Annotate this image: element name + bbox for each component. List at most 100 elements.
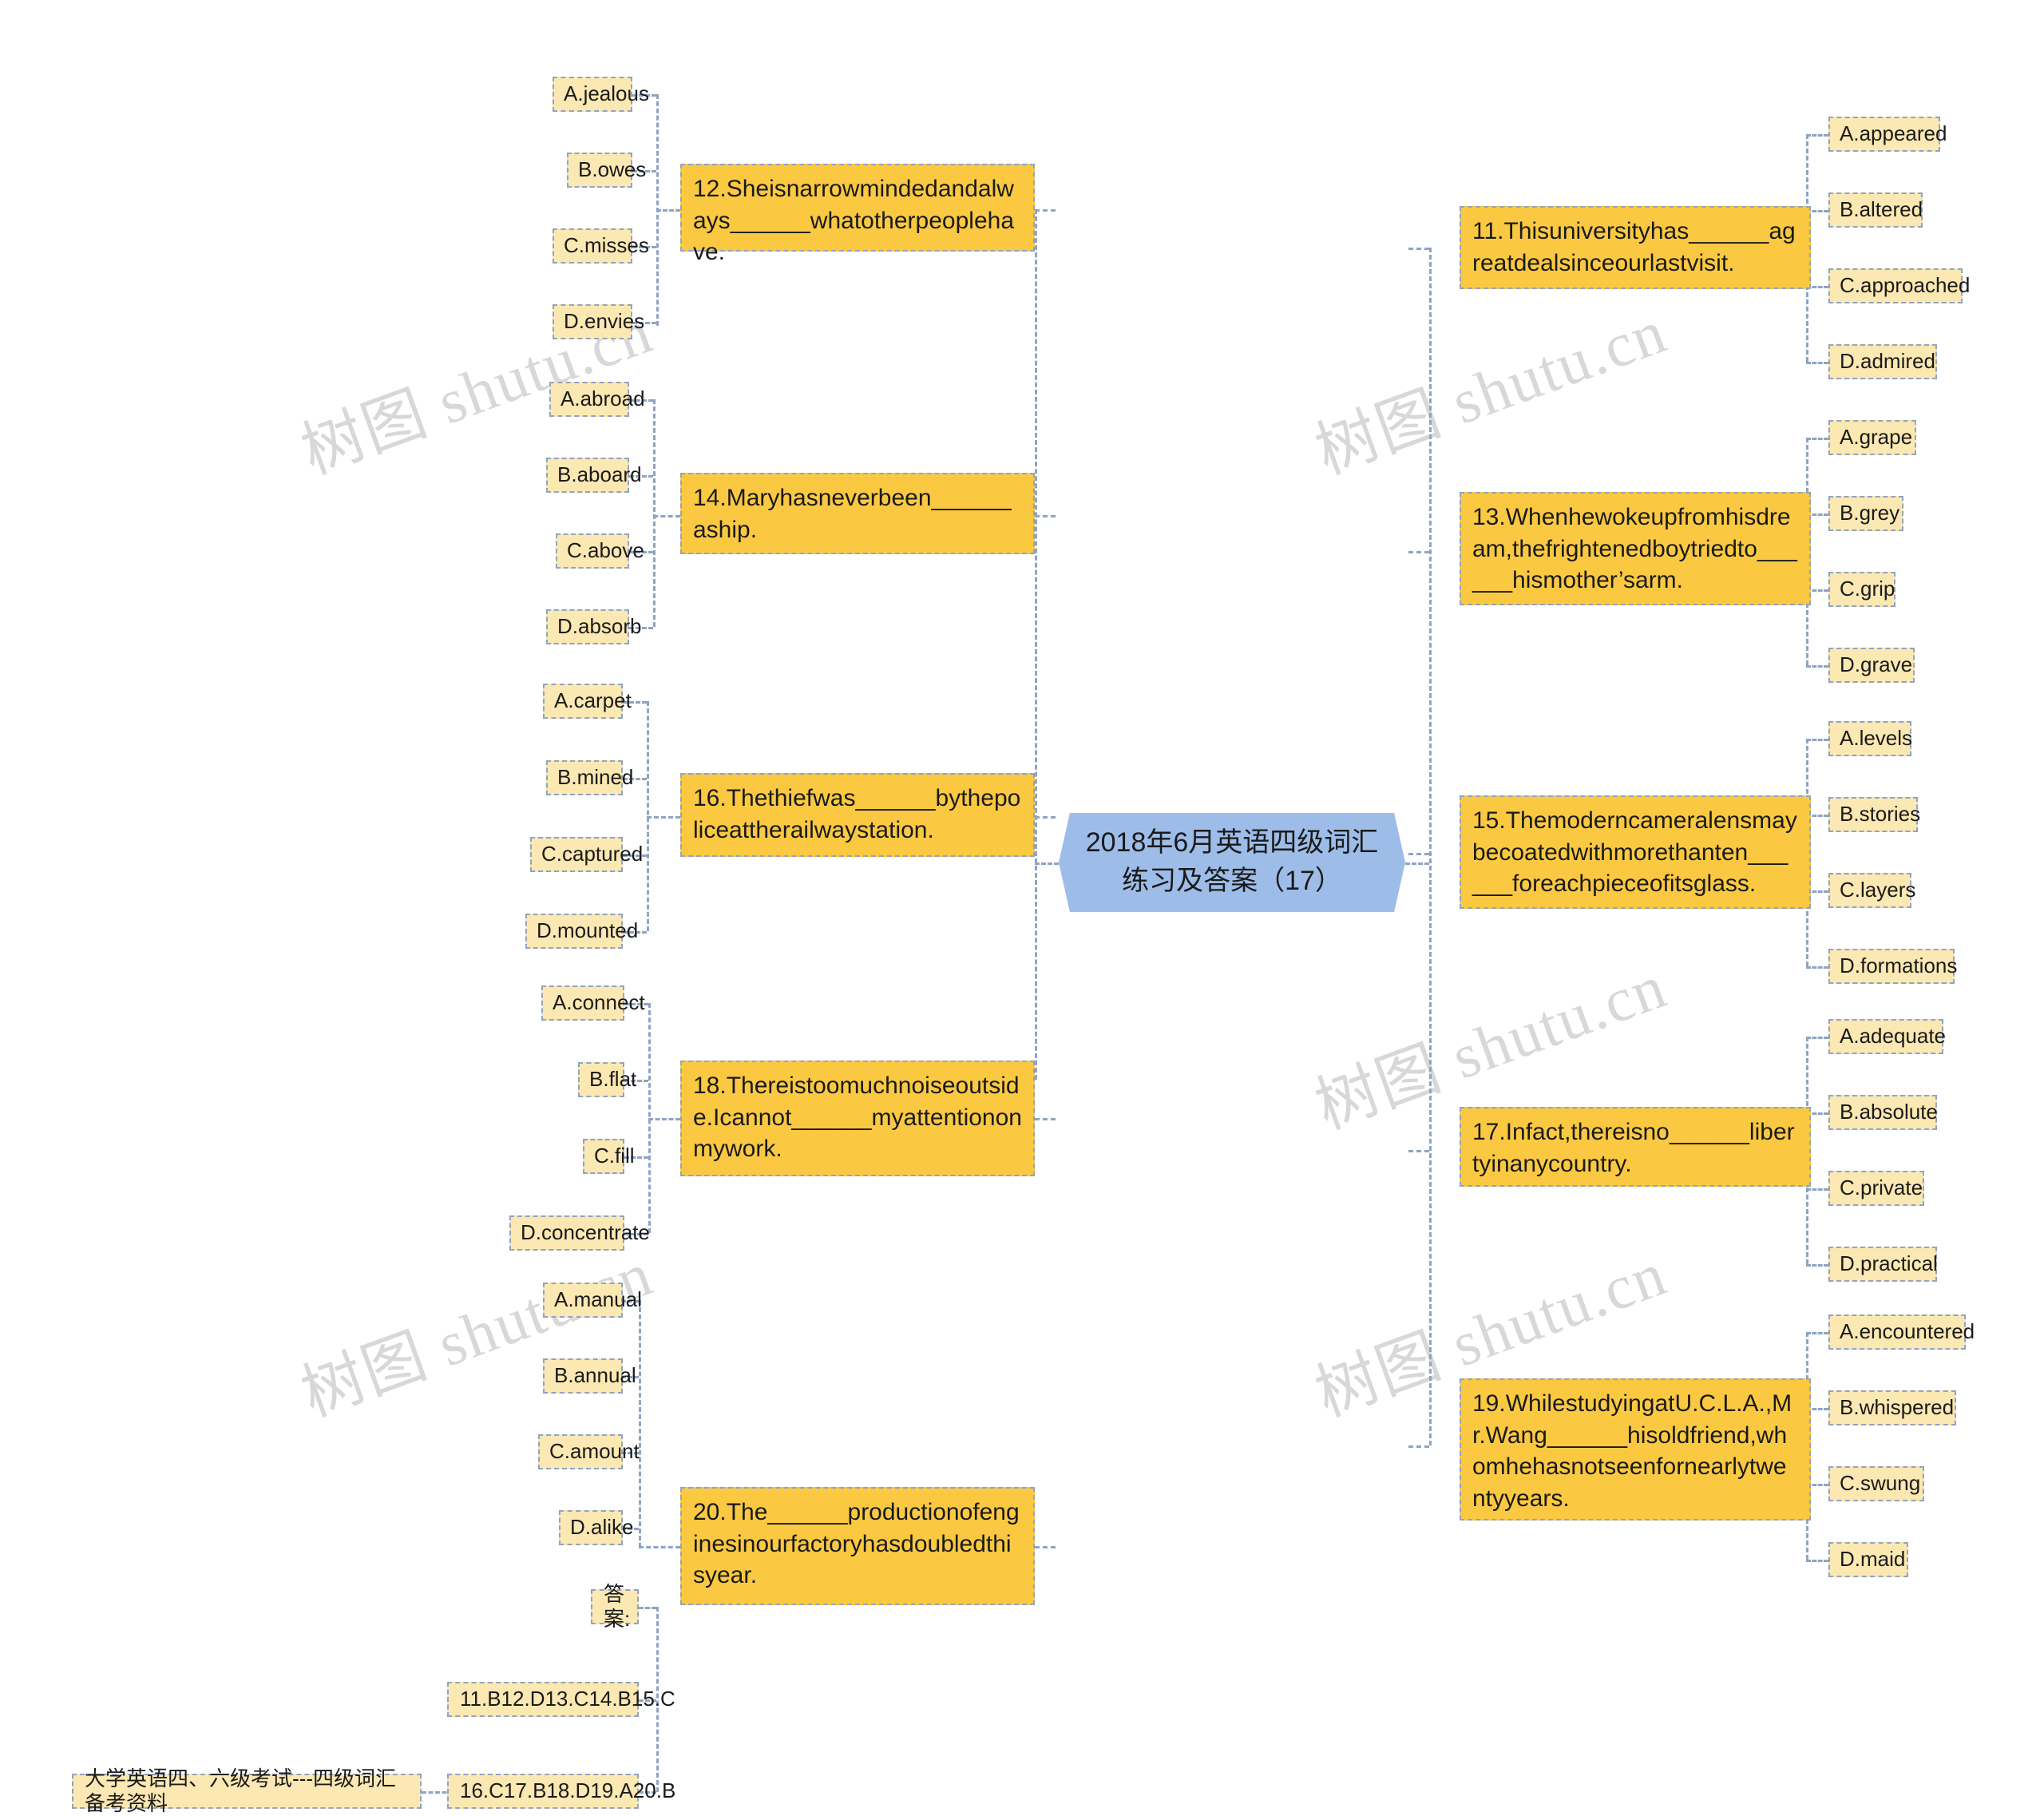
option-node[interactable]: B.annual — [543, 1358, 636, 1394]
option-node[interactable]: D.practical — [1828, 1247, 1938, 1282]
option-node[interactable]: A.jealous — [553, 77, 649, 112]
option-node[interactable]: D.admired — [1828, 344, 1937, 379]
connector — [1035, 1546, 1056, 1548]
question-node-17[interactable]: 17.Infact,thereisno______libertyinanycou… — [1460, 1107, 1811, 1187]
question-node-14[interactable]: 14.Maryhasneverbeen______aship. — [680, 473, 1035, 554]
option-node[interactable]: B.absolute — [1828, 1095, 1938, 1130]
option-label: A.abroad — [561, 387, 645, 411]
connector — [1408, 551, 1429, 553]
option-label: B.aboard — [557, 462, 642, 487]
option-node[interactable]: B.altered — [1828, 192, 1923, 228]
question-text: 11.Thisuniversityhas______agreatdealsinc… — [1472, 218, 1796, 276]
option-node[interactable]: C.swung — [1828, 1466, 1924, 1501]
connector — [656, 209, 680, 212]
question-text: 17.Infact,thereisno______libertyinanycou… — [1472, 1119, 1795, 1177]
option-label: A.connect — [553, 990, 645, 1015]
option-label: C.layers — [1840, 878, 1916, 902]
connector — [1035, 209, 1056, 212]
option-node[interactable]: C.above — [556, 533, 644, 569]
connector — [1806, 1264, 1828, 1267]
source-label: 大学英语四、六级考试---四级词汇备考资料 — [85, 1766, 396, 1815]
connector — [1806, 362, 1828, 364]
option-label: B.annual — [554, 1363, 636, 1388]
option-node[interactable]: A.appeared — [1828, 117, 1947, 152]
option-label: A.carpet — [554, 688, 632, 713]
option-label: B.absolute — [1840, 1100, 1938, 1124]
option-node[interactable]: A.manual — [543, 1283, 642, 1318]
watermark-3: 树图 shutu.cn — [1306, 295, 1676, 487]
option-node[interactable]: C.private — [1828, 1171, 1924, 1206]
option-label: B.mined — [557, 765, 634, 790]
question-node-19[interactable]: 19.WhilestudyingatU.C.L.A.,Mr.Wang______… — [1460, 1378, 1811, 1521]
option-node[interactable]: C.captured — [530, 837, 643, 872]
source-node[interactable]: 大学英语四、六级考试---四级词汇备考资料 — [72, 1766, 422, 1815]
answer-line2-node[interactable]: 16.C17.B18.D19.A20.B — [447, 1774, 675, 1809]
connector — [647, 816, 680, 819]
question-text: 16.Thethiefwas______bythepoliceattherail… — [693, 785, 1021, 843]
option-node[interactable]: D.concentrate — [509, 1215, 650, 1251]
question-node-18[interactable]: 18.Thereistoomuchnoiseoutside.Icannot___… — [680, 1061, 1035, 1176]
option-node[interactable]: D.formations — [1828, 949, 1957, 984]
question-text: 13.Whenhewokeupfromhisdream,thefrightene… — [1472, 504, 1797, 594]
connector — [1408, 1445, 1429, 1448]
option-label: B.flat — [589, 1067, 637, 1092]
question-node-20[interactable]: 20.The______productionofenginesinourfact… — [680, 1487, 1035, 1605]
question-text: 15.Themoderncameralensmaybecoatedwithmor… — [1472, 807, 1797, 898]
option-node[interactable]: A.encountered — [1828, 1314, 1975, 1350]
option-node[interactable]: D.grave — [1828, 648, 1915, 683]
connector — [1035, 1118, 1056, 1120]
option-node[interactable]: A.connect — [541, 985, 645, 1021]
answer-line1-node[interactable]: 11.B12.D13.C14.B15.C — [447, 1682, 675, 1717]
option-label: B.altered — [1840, 197, 1923, 222]
option-node[interactable]: B.stories — [1828, 797, 1920, 832]
question-node-13[interactable]: 13.Whenhewokeupfromhisdream,thefrightene… — [1460, 492, 1811, 605]
question-node-11[interactable]: 11.Thisuniversityhas______agreatdealsinc… — [1460, 206, 1811, 289]
connector — [639, 1300, 641, 1548]
connector — [1806, 1037, 1828, 1039]
connector — [648, 1118, 680, 1120]
question-node-15[interactable]: 15.Themoderncameralensmaybecoatedwithmor… — [1460, 795, 1811, 909]
option-label: B.owes — [578, 157, 647, 182]
option-label: A.encountered — [1840, 1319, 1975, 1344]
connector — [639, 1546, 680, 1548]
option-node[interactable]: B.mined — [546, 760, 633, 795]
option-node[interactable]: A.abroad — [549, 382, 645, 417]
question-node-16[interactable]: 16.Thethiefwas______bythepoliceattherail… — [680, 773, 1035, 857]
option-node[interactable]: D.alike — [559, 1510, 633, 1545]
option-node[interactable]: A.carpet — [543, 684, 632, 719]
option-node[interactable]: D.absorb — [546, 609, 642, 644]
answer-label-node[interactable]: 答案: — [591, 1582, 639, 1631]
watermark-2: 树图 shutu.cn — [292, 1238, 662, 1429]
option-node[interactable]: C.fill — [583, 1139, 635, 1174]
root-title-line2: 练习及答案（17） — [1122, 866, 1342, 896]
option-node[interactable]: C.layers — [1828, 873, 1915, 908]
connector — [1429, 248, 1432, 1445]
option-node[interactable]: D.mounted — [525, 914, 638, 949]
option-node[interactable]: A.levels — [1828, 721, 1913, 756]
connector — [1806, 1188, 1828, 1191]
option-node[interactable]: C.grip — [1828, 572, 1895, 607]
option-node[interactable]: A.grape — [1828, 420, 1916, 455]
option-node[interactable]: C.approached — [1828, 268, 1970, 303]
answer-label: 答案: — [604, 1581, 631, 1631]
connector — [1035, 862, 1059, 865]
question-node-12[interactable]: 12.Sheisnarrowmindedandalways______whato… — [680, 164, 1035, 265]
connector — [653, 515, 680, 517]
option-label: D.concentrate — [521, 1220, 650, 1245]
option-node[interactable]: A.adequate — [1828, 1019, 1946, 1054]
option-node[interactable]: B.whispered — [1828, 1390, 1956, 1425]
option-label: D.envies — [564, 309, 645, 334]
connector — [1806, 1332, 1828, 1334]
option-node[interactable]: D.envies — [553, 304, 644, 339]
option-node[interactable]: B.grey — [1828, 496, 1903, 531]
option-node[interactable]: C.misses — [553, 228, 649, 264]
option-node[interactable]: B.flat — [578, 1062, 636, 1097]
option-label: C.fill — [594, 1144, 635, 1168]
option-node[interactable]: C.amount — [538, 1434, 640, 1469]
option-node[interactable]: B.owes — [567, 153, 646, 188]
option-node[interactable]: B.aboard — [546, 458, 642, 493]
root-node[interactable]: 2018年6月英语四级词汇 练习及答案（17） — [1059, 813, 1405, 912]
option-node[interactable]: D.maid — [1828, 1542, 1908, 1577]
connector — [1806, 1560, 1828, 1562]
option-label: A.levels — [1840, 726, 1913, 751]
